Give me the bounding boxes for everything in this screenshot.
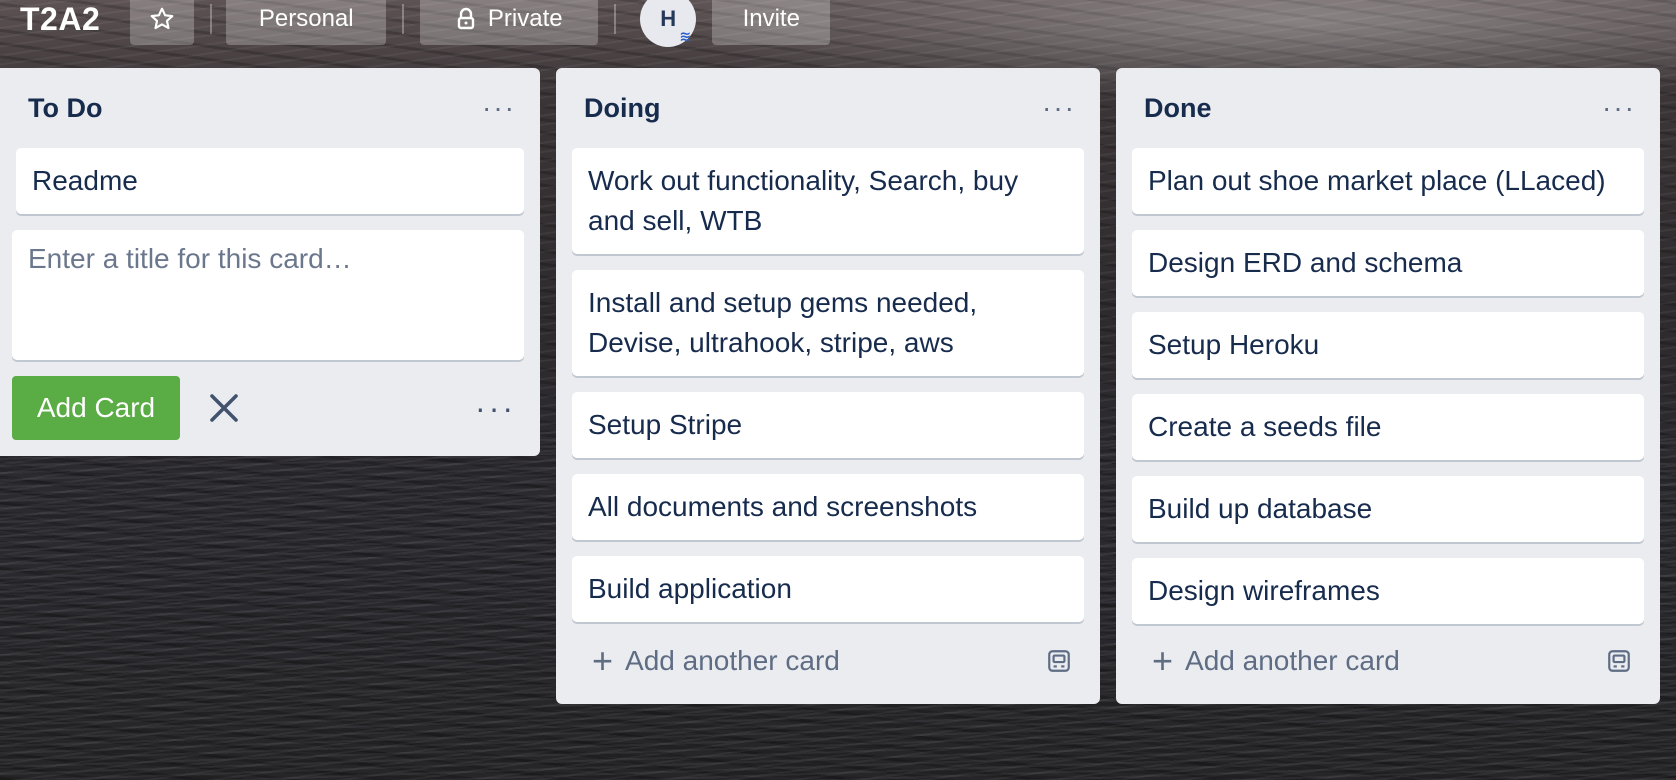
card-list: Readme (0, 148, 540, 214)
card-list: Plan out shoe market place (LLaced) Desi… (1116, 148, 1660, 624)
list-header: Done ··· (1116, 68, 1660, 148)
list-todo: To Do ··· Readme Enter a title for this … (0, 68, 540, 456)
private-label: Private (487, 5, 563, 32)
team-visibility-button[interactable]: Personal (226, 0, 387, 45)
card[interactable]: Setup Stripe (572, 392, 1084, 458)
more-horizontal-icon[interactable]: ··· (475, 390, 516, 427)
card[interactable]: Design wireframes (1132, 558, 1644, 624)
card[interactable]: Setup Heroku (1132, 312, 1644, 378)
close-icon[interactable] (206, 390, 242, 426)
card[interactable]: Build application (572, 556, 1084, 622)
card[interactable]: Plan out shoe market place (LLaced) (1132, 148, 1644, 214)
card[interactable]: All documents and screenshots (572, 474, 1084, 540)
star-icon (150, 7, 174, 30)
add-card-button[interactable]: Add Card (12, 376, 180, 440)
list-done: Done ··· Plan out shoe market place (LLa… (1116, 68, 1660, 704)
header-divider (614, 4, 617, 34)
composer-controls: Add Card ··· (0, 376, 540, 440)
avatar-initial: H (660, 6, 677, 31)
header-divider (210, 4, 213, 34)
board-header: T2A2 Personal Private H ≋ Invite (0, 0, 1676, 52)
card-list: Work out functionality, Search, buy and … (556, 148, 1100, 622)
personal-label: Personal (258, 5, 354, 32)
card-template-icon[interactable] (1606, 648, 1632, 674)
star-board-button[interactable] (130, 0, 195, 45)
more-horizontal-icon[interactable]: ··· (1042, 94, 1076, 122)
card[interactable]: Build up database (1132, 476, 1644, 542)
lock-icon (457, 7, 475, 30)
list-header: To Do ··· (0, 68, 540, 148)
list-title[interactable]: Doing (584, 93, 660, 124)
privacy-button[interactable]: Private (420, 0, 599, 45)
add-another-card-button[interactable]: Add another card (1185, 645, 1400, 677)
more-horizontal-icon[interactable]: ··· (1602, 94, 1636, 122)
invite-label: Invite (742, 5, 800, 32)
list-title[interactable]: Done (1144, 93, 1212, 124)
card[interactable]: Install and setup gems needed, Devise, u… (572, 270, 1084, 376)
more-horizontal-icon[interactable]: ··· (482, 94, 516, 122)
card-title-input[interactable]: Enter a title for this card… (12, 230, 524, 360)
list-doing: Doing ··· Work out functionality, Search… (556, 68, 1100, 704)
list-header: Doing ··· (556, 68, 1100, 148)
plus-icon: + (1152, 640, 1174, 681)
avatar[interactable]: H ≋ (640, 0, 697, 47)
plus-icon: + (592, 640, 614, 681)
header-divider (402, 4, 405, 34)
card[interactable]: Work out functionality, Search, buy and … (572, 148, 1084, 254)
admin-chevron-icon: ≋ (679, 28, 692, 44)
list-title[interactable]: To Do (28, 93, 102, 124)
card-template-icon[interactable] (1046, 648, 1072, 674)
add-another-card-button[interactable]: Add another card (625, 645, 840, 677)
add-another-card-row: + Add another card (1116, 618, 1660, 704)
invite-button[interactable]: Invite (712, 0, 831, 45)
card[interactable]: Design ERD and schema (1132, 230, 1644, 296)
card[interactable]: Create a seeds file (1132, 394, 1644, 460)
card[interactable]: Readme (16, 148, 524, 214)
board-title[interactable]: T2A2 (20, 1, 100, 38)
add-another-card-row: + Add another card (556, 618, 1100, 704)
